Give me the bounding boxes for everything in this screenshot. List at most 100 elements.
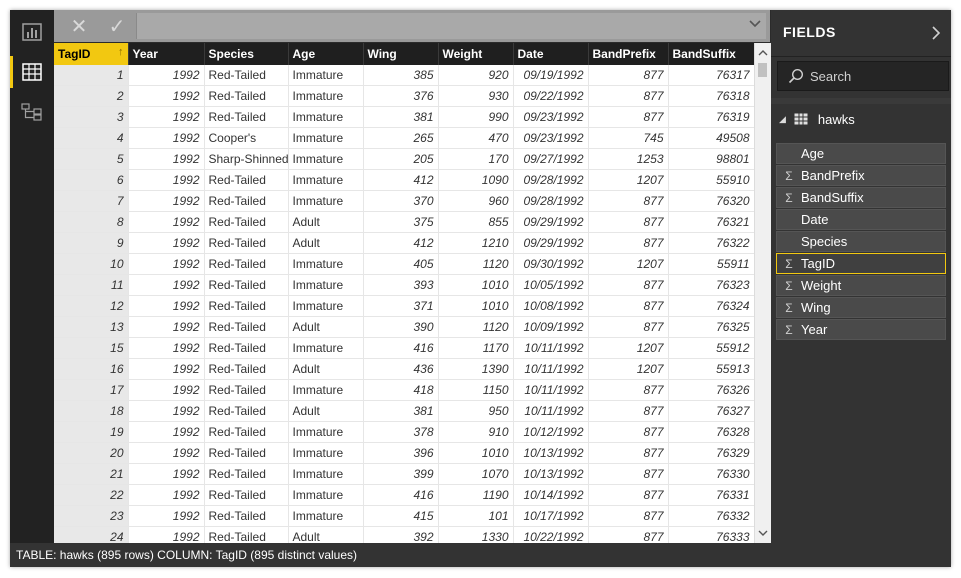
cell-bandprefix[interactable]: 877 bbox=[588, 106, 669, 128]
cell-bandprefix[interactable]: 877 bbox=[588, 505, 669, 527]
cell-tagid[interactable]: 17 bbox=[54, 379, 129, 401]
table-row[interactable]: 5 1992 Sharp-Shinned Immature 205 170 09/27/19… bbox=[54, 148, 754, 170]
cell-age[interactable]: Immature bbox=[288, 379, 364, 401]
cell-weight[interactable]: 930 bbox=[438, 85, 514, 107]
cell-species[interactable]: Red-Tailed bbox=[204, 337, 289, 359]
cell-tagid[interactable]: 12 bbox=[54, 295, 129, 317]
cell-bandprefix[interactable]: 1207 bbox=[588, 337, 669, 359]
cell-tagid[interactable]: 7 bbox=[54, 190, 129, 212]
cell-age[interactable]: Adult bbox=[288, 232, 364, 254]
cancel-formula-button[interactable]: ✕ bbox=[60, 10, 98, 42]
column-header-age[interactable]: Age bbox=[288, 43, 364, 65]
cell-wing[interactable]: 392 bbox=[363, 526, 439, 543]
table-row[interactable]: 7 1992 Red-Tailed Immature 370 960 09/28/1992 8… bbox=[54, 190, 754, 212]
cell-bandprefix[interactable]: 877 bbox=[588, 442, 669, 464]
cell-year[interactable]: 1992 bbox=[128, 253, 205, 275]
table-row[interactable]: 2 1992 Red-Tailed Immature 376 930 09/22/1992 8… bbox=[54, 85, 754, 107]
cell-date[interactable]: 10/11/1992 bbox=[513, 379, 589, 401]
cell-tagid[interactable]: 9 bbox=[54, 232, 129, 254]
column-header-bandsuffix[interactable]: BandSuffix bbox=[668, 43, 754, 65]
cell-species[interactable]: Red-Tailed bbox=[204, 65, 289, 86]
cell-weight[interactable]: 910 bbox=[438, 421, 514, 443]
cell-bandsuffix[interactable]: 76318 bbox=[668, 85, 754, 107]
cell-year[interactable]: 1992 bbox=[128, 85, 205, 107]
cell-date[interactable]: 09/23/1992 bbox=[513, 106, 589, 128]
cell-species[interactable]: Red-Tailed bbox=[204, 274, 289, 296]
cell-bandprefix[interactable]: 877 bbox=[588, 526, 669, 543]
cell-wing[interactable]: 416 bbox=[363, 337, 439, 359]
cell-bandprefix[interactable]: 877 bbox=[588, 65, 669, 86]
cell-age[interactable]: Immature bbox=[288, 442, 364, 464]
cell-bandprefix[interactable]: 877 bbox=[588, 190, 669, 212]
table-row[interactable]: 4 1992 Cooper's Immature 265 470 09/23/1992 745… bbox=[54, 127, 754, 149]
cell-date[interactable]: 10/05/1992 bbox=[513, 274, 589, 296]
cell-age[interactable]: Immature bbox=[288, 505, 364, 527]
cell-bandsuffix[interactable]: 76331 bbox=[668, 484, 754, 506]
cell-date[interactable]: 10/11/1992 bbox=[513, 358, 589, 380]
cell-year[interactable]: 1992 bbox=[128, 379, 205, 401]
cell-bandsuffix[interactable]: 76333 bbox=[668, 526, 754, 543]
cell-weight[interactable]: 990 bbox=[438, 106, 514, 128]
cell-tagid[interactable]: 1 bbox=[54, 65, 129, 86]
cell-species[interactable]: Red-Tailed bbox=[204, 379, 289, 401]
cell-date[interactable]: 10/22/1992 bbox=[513, 526, 589, 543]
cell-year[interactable]: 1992 bbox=[128, 526, 205, 543]
table-row[interactable]: 12 1992 Red-Tailed Immature 371 1010 10/08/199… bbox=[54, 295, 754, 317]
cell-bandprefix[interactable]: 877 bbox=[588, 295, 669, 317]
scroll-thumb[interactable] bbox=[758, 63, 767, 77]
cell-species[interactable]: Red-Tailed bbox=[204, 316, 289, 338]
table-node-hawks[interactable]: ◢ hawks bbox=[779, 110, 855, 128]
field-item-species[interactable]: Species bbox=[776, 231, 946, 252]
table-row[interactable]: 9 1992 Red-Tailed Adult 412 1210 09/29/1992 877… bbox=[54, 232, 754, 254]
cell-year[interactable]: 1992 bbox=[128, 484, 205, 506]
field-item-bandsuffix[interactable]: Σ BandSuffix bbox=[776, 187, 946, 208]
cell-species[interactable]: Red-Tailed bbox=[204, 253, 289, 275]
cell-wing[interactable]: 205 bbox=[363, 148, 439, 170]
cell-age[interactable]: Immature bbox=[288, 253, 364, 275]
scroll-up-button[interactable] bbox=[755, 45, 771, 61]
field-item-bandprefix[interactable]: Σ BandPrefix bbox=[776, 165, 946, 186]
cell-bandsuffix[interactable]: 76330 bbox=[668, 463, 754, 485]
cell-age[interactable]: Immature bbox=[288, 169, 364, 191]
cell-bandsuffix[interactable]: 76332 bbox=[668, 505, 754, 527]
column-header-weight[interactable]: Weight bbox=[438, 43, 514, 65]
cell-tagid[interactable]: 13 bbox=[54, 316, 129, 338]
cell-year[interactable]: 1992 bbox=[128, 232, 205, 254]
cell-wing[interactable]: 405 bbox=[363, 253, 439, 275]
table-row[interactable]: 11 1992 Red-Tailed Immature 393 1010 10/05/199… bbox=[54, 274, 754, 296]
cell-wing[interactable]: 371 bbox=[363, 295, 439, 317]
cell-wing[interactable]: 415 bbox=[363, 505, 439, 527]
cell-bandsuffix[interactable]: 76329 bbox=[668, 442, 754, 464]
field-item-date[interactable]: Date bbox=[776, 209, 946, 230]
cell-species[interactable]: Red-Tailed bbox=[204, 463, 289, 485]
cell-weight[interactable]: 1070 bbox=[438, 463, 514, 485]
cell-weight[interactable]: 1010 bbox=[438, 442, 514, 464]
cell-tagid[interactable]: 6 bbox=[54, 169, 129, 191]
cell-wing[interactable]: 418 bbox=[363, 379, 439, 401]
cell-tagid[interactable]: 21 bbox=[54, 463, 129, 485]
cell-date[interactable]: 09/29/1992 bbox=[513, 211, 589, 233]
cell-bandprefix[interactable]: 1253 bbox=[588, 148, 669, 170]
cell-bandprefix[interactable]: 877 bbox=[588, 274, 669, 296]
table-row[interactable]: 1 1992 Red-Tailed Immature 385 920 09/19/1992 8… bbox=[54, 65, 754, 86]
cell-date[interactable]: 09/30/1992 bbox=[513, 253, 589, 275]
cell-species[interactable]: Red-Tailed bbox=[204, 211, 289, 233]
cell-tagid[interactable]: 3 bbox=[54, 106, 129, 128]
cell-species[interactable]: Red-Tailed bbox=[204, 526, 289, 543]
cell-age[interactable]: Immature bbox=[288, 421, 364, 443]
cell-year[interactable]: 1992 bbox=[128, 274, 205, 296]
column-header-year[interactable]: Year bbox=[128, 43, 205, 65]
cell-weight[interactable]: 1090 bbox=[438, 169, 514, 191]
cell-tagid[interactable]: 8 bbox=[54, 211, 129, 233]
cell-wing[interactable]: 436 bbox=[363, 358, 439, 380]
cell-bandsuffix[interactable]: 76319 bbox=[668, 106, 754, 128]
cell-age[interactable]: Adult bbox=[288, 526, 364, 543]
data-view-button[interactable] bbox=[10, 52, 54, 92]
column-header-tagid[interactable]: TagID ↑ bbox=[54, 43, 129, 65]
cell-bandsuffix[interactable]: 76321 bbox=[668, 211, 754, 233]
table-row[interactable]: 23 1992 Red-Tailed Immature 415 101 10/17/1992… bbox=[54, 505, 754, 527]
cell-wing[interactable]: 378 bbox=[363, 421, 439, 443]
formula-input[interactable] bbox=[136, 13, 766, 39]
cell-wing[interactable]: 393 bbox=[363, 274, 439, 296]
cell-year[interactable]: 1992 bbox=[128, 295, 205, 317]
